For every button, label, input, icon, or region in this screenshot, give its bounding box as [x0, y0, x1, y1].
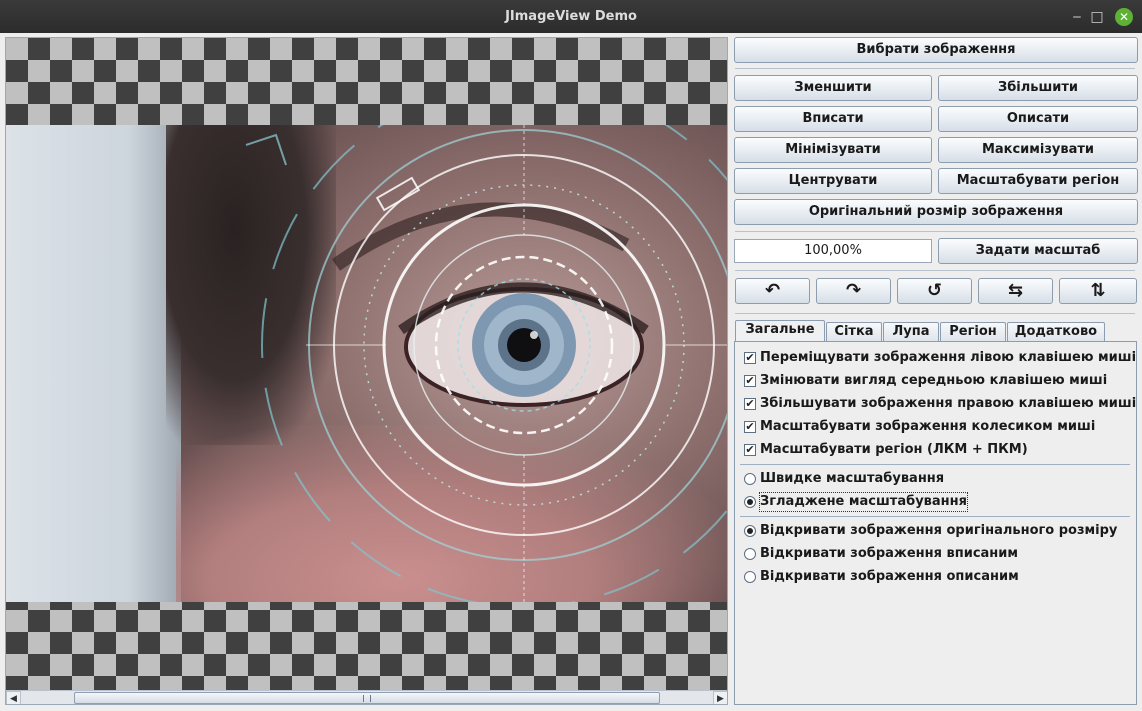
- tab-magnifier[interactable]: Лупа: [883, 322, 939, 341]
- settings-tabs: Загальне Сітка Лупа Регіон Додатково: [735, 320, 1138, 342]
- image-viewer[interactable]: ◀ ▶: [5, 37, 728, 705]
- zoom-out-button[interactable]: Зменшити: [734, 75, 932, 101]
- flip-horizontal-icon: ⇆: [1007, 280, 1024, 301]
- zoom-region-button[interactable]: Масштабувати регіон: [938, 168, 1138, 194]
- eye-hud-overlay: [245, 125, 727, 602]
- radio-indicator-icon: [744, 525, 756, 537]
- checkbox-check-icon: ✔: [744, 443, 756, 456]
- rotate-right-icon: ↷: [845, 280, 862, 301]
- radio-indicator-icon: [744, 571, 756, 583]
- scroll-right-arrow-icon[interactable]: ▶: [713, 691, 727, 704]
- radio-indicator-icon: [744, 496, 756, 508]
- window-title: JImageView Demo: [505, 9, 637, 24]
- reset-rotation-button[interactable]: ↺: [897, 278, 972, 304]
- tab-advanced[interactable]: Додатково: [1007, 322, 1105, 341]
- zoom-value-field[interactable]: 100,00%: [734, 239, 932, 263]
- flip-vertical-button[interactable]: ⇅: [1059, 278, 1137, 304]
- scroll-left-arrow-icon[interactable]: ◀: [6, 691, 21, 704]
- tab-general[interactable]: Загальне: [735, 320, 825, 342]
- original-size-button[interactable]: Оригінальний розмір зображення: [734, 199, 1138, 225]
- rotate-left-icon: ↶: [764, 280, 781, 301]
- checkbox-check-icon: ✔: [744, 397, 756, 410]
- scrollbar-thumb[interactable]: [74, 692, 660, 704]
- minimize-zoom-button[interactable]: Мінімізувати: [734, 137, 932, 163]
- tab-region[interactable]: Регіон: [940, 322, 1006, 341]
- displayed-image[interactable]: [6, 125, 727, 602]
- fill-button[interactable]: Описати: [938, 106, 1138, 132]
- title-bar: JImageView Demo ‒ □ ✕: [0, 0, 1142, 33]
- checkbox-check-icon: ✔: [744, 374, 756, 387]
- checkbox-check-icon: ✔: [744, 351, 756, 364]
- radio-indicator-icon: [744, 473, 756, 485]
- flip-vertical-icon: ⇅: [1090, 280, 1106, 301]
- maximize-window-button[interactable]: □: [1088, 8, 1106, 26]
- minimize-window-button[interactable]: ‒: [1068, 8, 1086, 26]
- rotate-left-button[interactable]: ↶: [735, 278, 810, 304]
- checkbox-check-icon: ✔: [744, 420, 756, 433]
- close-window-button[interactable]: ✕: [1115, 8, 1133, 26]
- maximize-zoom-button[interactable]: Максимізувати: [938, 137, 1138, 163]
- rotate-right-button[interactable]: ↷: [816, 278, 891, 304]
- tab-grid[interactable]: Сітка: [826, 322, 882, 341]
- reset-rotation-icon: ↺: [926, 280, 943, 301]
- flip-horizontal-button[interactable]: ⇆: [978, 278, 1053, 304]
- fit-button[interactable]: Вписати: [734, 106, 932, 132]
- horizontal-scrollbar[interactable]: ◀ ▶: [6, 690, 727, 704]
- radio-indicator-icon: [744, 548, 756, 560]
- zoom-in-button[interactable]: Збільшити: [938, 75, 1138, 101]
- app-window: JImageView Demo ‒ □ ✕ ◀ ▶ Вибрати зображ…: [0, 0, 1142, 711]
- center-button[interactable]: Центрувати: [734, 168, 932, 194]
- set-zoom-button[interactable]: Задати масштаб: [938, 238, 1138, 264]
- choose-image-button[interactable]: Вибрати зображення: [734, 37, 1138, 63]
